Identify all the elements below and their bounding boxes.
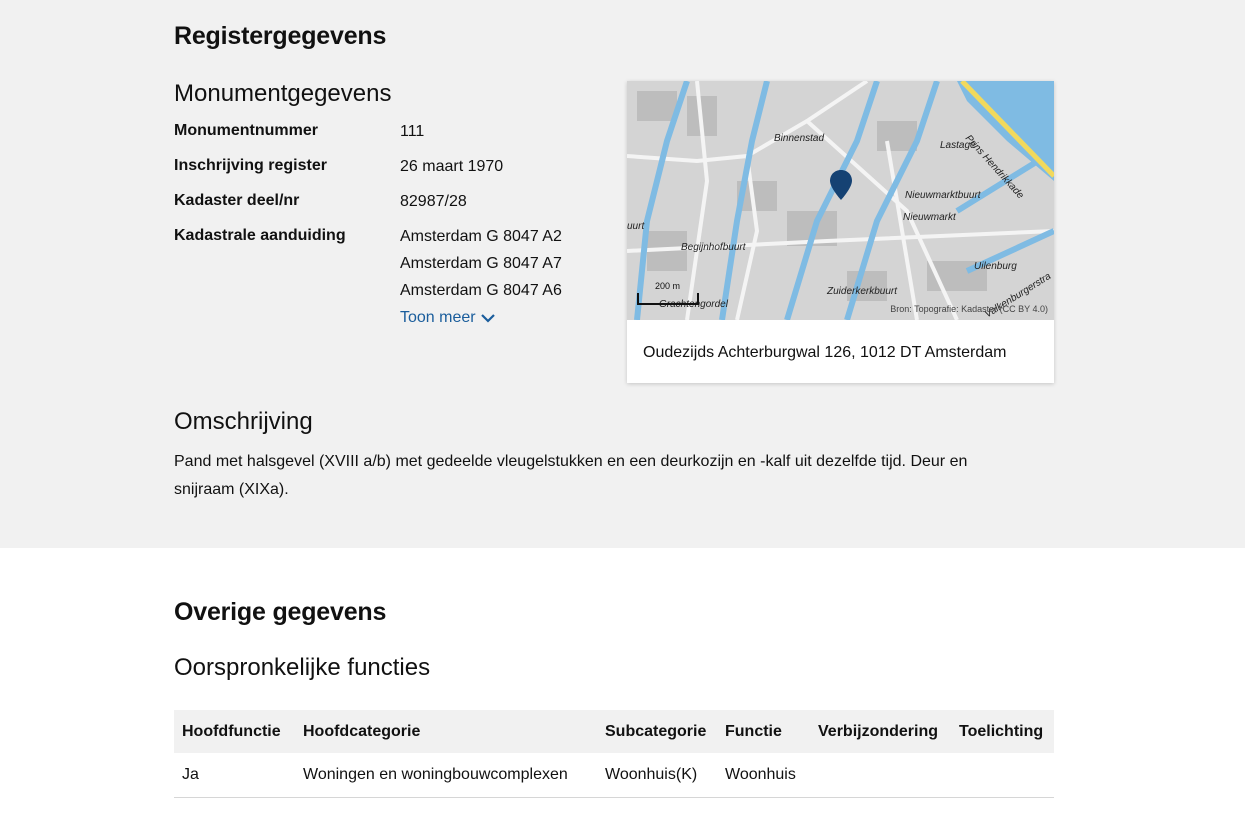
- subsection-title-functies: Oorspronkelijke functies: [174, 654, 431, 681]
- value-monumentnummer: 111: [400, 123, 425, 140]
- map-label-zuiderkerkbuurt: Zuiderkerkbuurt: [827, 286, 898, 297]
- map-card: Binnenstad Lastage Prins Hendrikkade Nie…: [627, 81, 1054, 383]
- table-row: Ja Woningen en woningbouwcomplexen Woonh…: [174, 753, 1054, 798]
- monument-details: Monumentnummer 111 Inschrijving register…: [174, 120, 604, 331]
- map-label-uilenburg: Uilenburg: [974, 261, 1017, 272]
- column-header-functie: Functie: [717, 710, 810, 753]
- map-attribution: Bron: Topografie: Kadaster (CC BY 4.0): [890, 304, 1048, 314]
- location-map[interactable]: Binnenstad Lastage Prins Hendrikkade Nie…: [627, 81, 1054, 320]
- cell-hoofdcategorie: Woningen en woningbouwcomplexen: [295, 753, 597, 798]
- subsection-title-monument: Monumentgegevens: [174, 80, 392, 107]
- chevron-down-icon: [480, 313, 495, 323]
- map-label-uurt: uurt: [627, 221, 645, 232]
- table-header-row: Hoofdfunctie Hoofdcategorie Subcategorie…: [174, 710, 1054, 753]
- toon-meer-link[interactable]: Toon meer: [400, 304, 496, 331]
- map-address: Oudezijds Achterburgwal 126, 1012 DT Ams…: [643, 344, 1007, 361]
- map-label-nieuwmarktbuurt: Nieuwmarktbuurt: [905, 190, 981, 201]
- column-header-toelichting: Toelichting: [951, 710, 1054, 753]
- map-label-begijnhofbuurt: Begijnhofbuurt: [681, 242, 746, 253]
- map-scale-label: 200 m: [655, 281, 681, 291]
- label-monumentnummer: Monumentnummer: [174, 122, 318, 139]
- location-pin-icon: [830, 170, 852, 200]
- toon-meer-label: Toon meer: [400, 309, 476, 326]
- value-kadaster: 82987/28: [400, 193, 467, 210]
- map-label-nieuwmarkt: Nieuwmarkt: [903, 212, 956, 223]
- subsection-title-omschrijving: Omschrijving: [174, 408, 313, 435]
- section-title-overige: Overige gegevens: [174, 598, 387, 626]
- cell-hoofdfunctie: Ja: [174, 753, 295, 798]
- cell-functie: Woonhuis: [717, 753, 810, 798]
- row-kadaster: Kadaster deel/nr 82987/28: [174, 190, 604, 225]
- row-monumentnummer: Monumentnummer 111: [174, 120, 604, 155]
- register-section: Registergegevens Monumentgegevens Monume…: [0, 0, 1245, 548]
- functions-table: Hoofdfunctie Hoofdcategorie Subcategorie…: [174, 710, 1054, 798]
- column-header-verbijzondering: Verbijzondering: [810, 710, 951, 753]
- omschrijving-text: Pand met halsgevel (XVIII a/b) met gedee…: [174, 453, 968, 498]
- label-inschrijving: Inschrijving register: [174, 157, 327, 174]
- cell-subcategorie: Woonhuis(K): [597, 753, 717, 798]
- column-header-hoofdcategorie: Hoofdcategorie: [295, 710, 597, 753]
- cell-toelichting: [951, 753, 1054, 798]
- value-kadastrale-list: Amsterdam G 8047 A2 Amsterdam G 8047 A7 …: [400, 223, 562, 331]
- map-background: [627, 81, 1054, 320]
- column-header-subcategorie: Subcategorie: [597, 710, 717, 753]
- row-inschrijving: Inschrijving register 26 maart 1970: [174, 155, 604, 190]
- row-kadastrale: Kadastrale aanduiding Amsterdam G 8047 A…: [174, 225, 604, 331]
- label-kadaster: Kadaster deel/nr: [174, 192, 300, 209]
- label-kadastrale: Kadastrale aanduiding: [174, 227, 346, 244]
- kadastrale-item: Amsterdam G 8047 A2: [400, 228, 562, 245]
- cell-verbijzondering: [810, 753, 951, 798]
- map-scale-bar: 200 m: [637, 281, 699, 305]
- kadastrale-item: Amsterdam G 8047 A7: [400, 255, 562, 272]
- map-label-binnenstad: Binnenstad: [774, 133, 825, 144]
- section-title-register: Registergegevens: [174, 22, 387, 50]
- kadastrale-item: Amsterdam G 8047 A6: [400, 282, 562, 299]
- value-inschrijving: 26 maart 1970: [400, 158, 504, 175]
- column-header-hoofdfunctie: Hoofdfunctie: [174, 710, 295, 753]
